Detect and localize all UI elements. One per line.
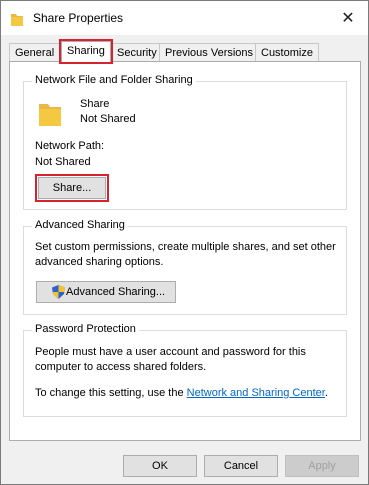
share-properties-dialog: Share Properties ✕ General Sharing Secur… — [0, 0, 369, 485]
folder-icon — [11, 14, 23, 26]
uac-shield-icon — [52, 285, 65, 299]
network-sharing-group: Network File and Folder Sharing Share No… — [23, 74, 347, 210]
advanced-description-line1: Set custom permissions, create multiple … — [35, 241, 336, 253]
password-protection-group: Password Protection People must have a u… — [23, 323, 347, 417]
ok-button[interactable]: OK — [123, 455, 197, 477]
group-title: Network File and Folder Sharing — [32, 74, 196, 86]
folder-status: Not Shared — [80, 113, 136, 125]
highlight-box — [35, 174, 109, 202]
title-bar: Share Properties ✕ — [1, 1, 368, 35]
change-setting-text: To change this setting, use the Network … — [35, 387, 328, 399]
shared-folder-icon — [39, 104, 61, 126]
group-title: Password Protection — [32, 323, 139, 335]
network-path-label: Network Path: — [35, 140, 105, 152]
window-title: Share Properties — [33, 11, 124, 25]
tab-general[interactable]: General — [9, 43, 61, 62]
apply-button[interactable]: Apply — [285, 455, 359, 477]
password-description-line1: People must have a user account and pass… — [35, 346, 306, 358]
sharing-tab-panel: Network File and Folder Sharing Share No… — [9, 61, 361, 441]
share-button[interactable]: Share... — [35, 174, 109, 202]
tab-sharing[interactable]: Sharing — [59, 39, 113, 64]
network-path-value: Not Shared — [35, 156, 91, 168]
advanced-sharing-button[interactable]: Advanced Sharing... — [36, 281, 176, 303]
password-description-line2: computer to access shared folders. — [35, 361, 207, 373]
group-title: Advanced Sharing — [32, 219, 128, 231]
advanced-sharing-group: Advanced Sharing Set custom permissions,… — [23, 219, 347, 315]
folder-name: Share — [80, 98, 110, 110]
cancel-button[interactable]: Cancel — [204, 455, 278, 477]
dialog-footer: OK Cancel Apply — [1, 447, 368, 484]
close-icon: ✕ — [341, 10, 355, 27]
close-button[interactable]: ✕ — [328, 1, 368, 35]
advanced-description-line2: advanced sharing options. — [35, 256, 164, 268]
highlight-box — [59, 39, 113, 64]
tab-security[interactable]: Security — [111, 43, 163, 62]
tab-previous-versions[interactable]: Previous Versions — [159, 43, 260, 62]
tab-customize[interactable]: Customize — [255, 43, 319, 62]
network-sharing-center-link[interactable]: Network and Sharing Center — [187, 387, 325, 399]
